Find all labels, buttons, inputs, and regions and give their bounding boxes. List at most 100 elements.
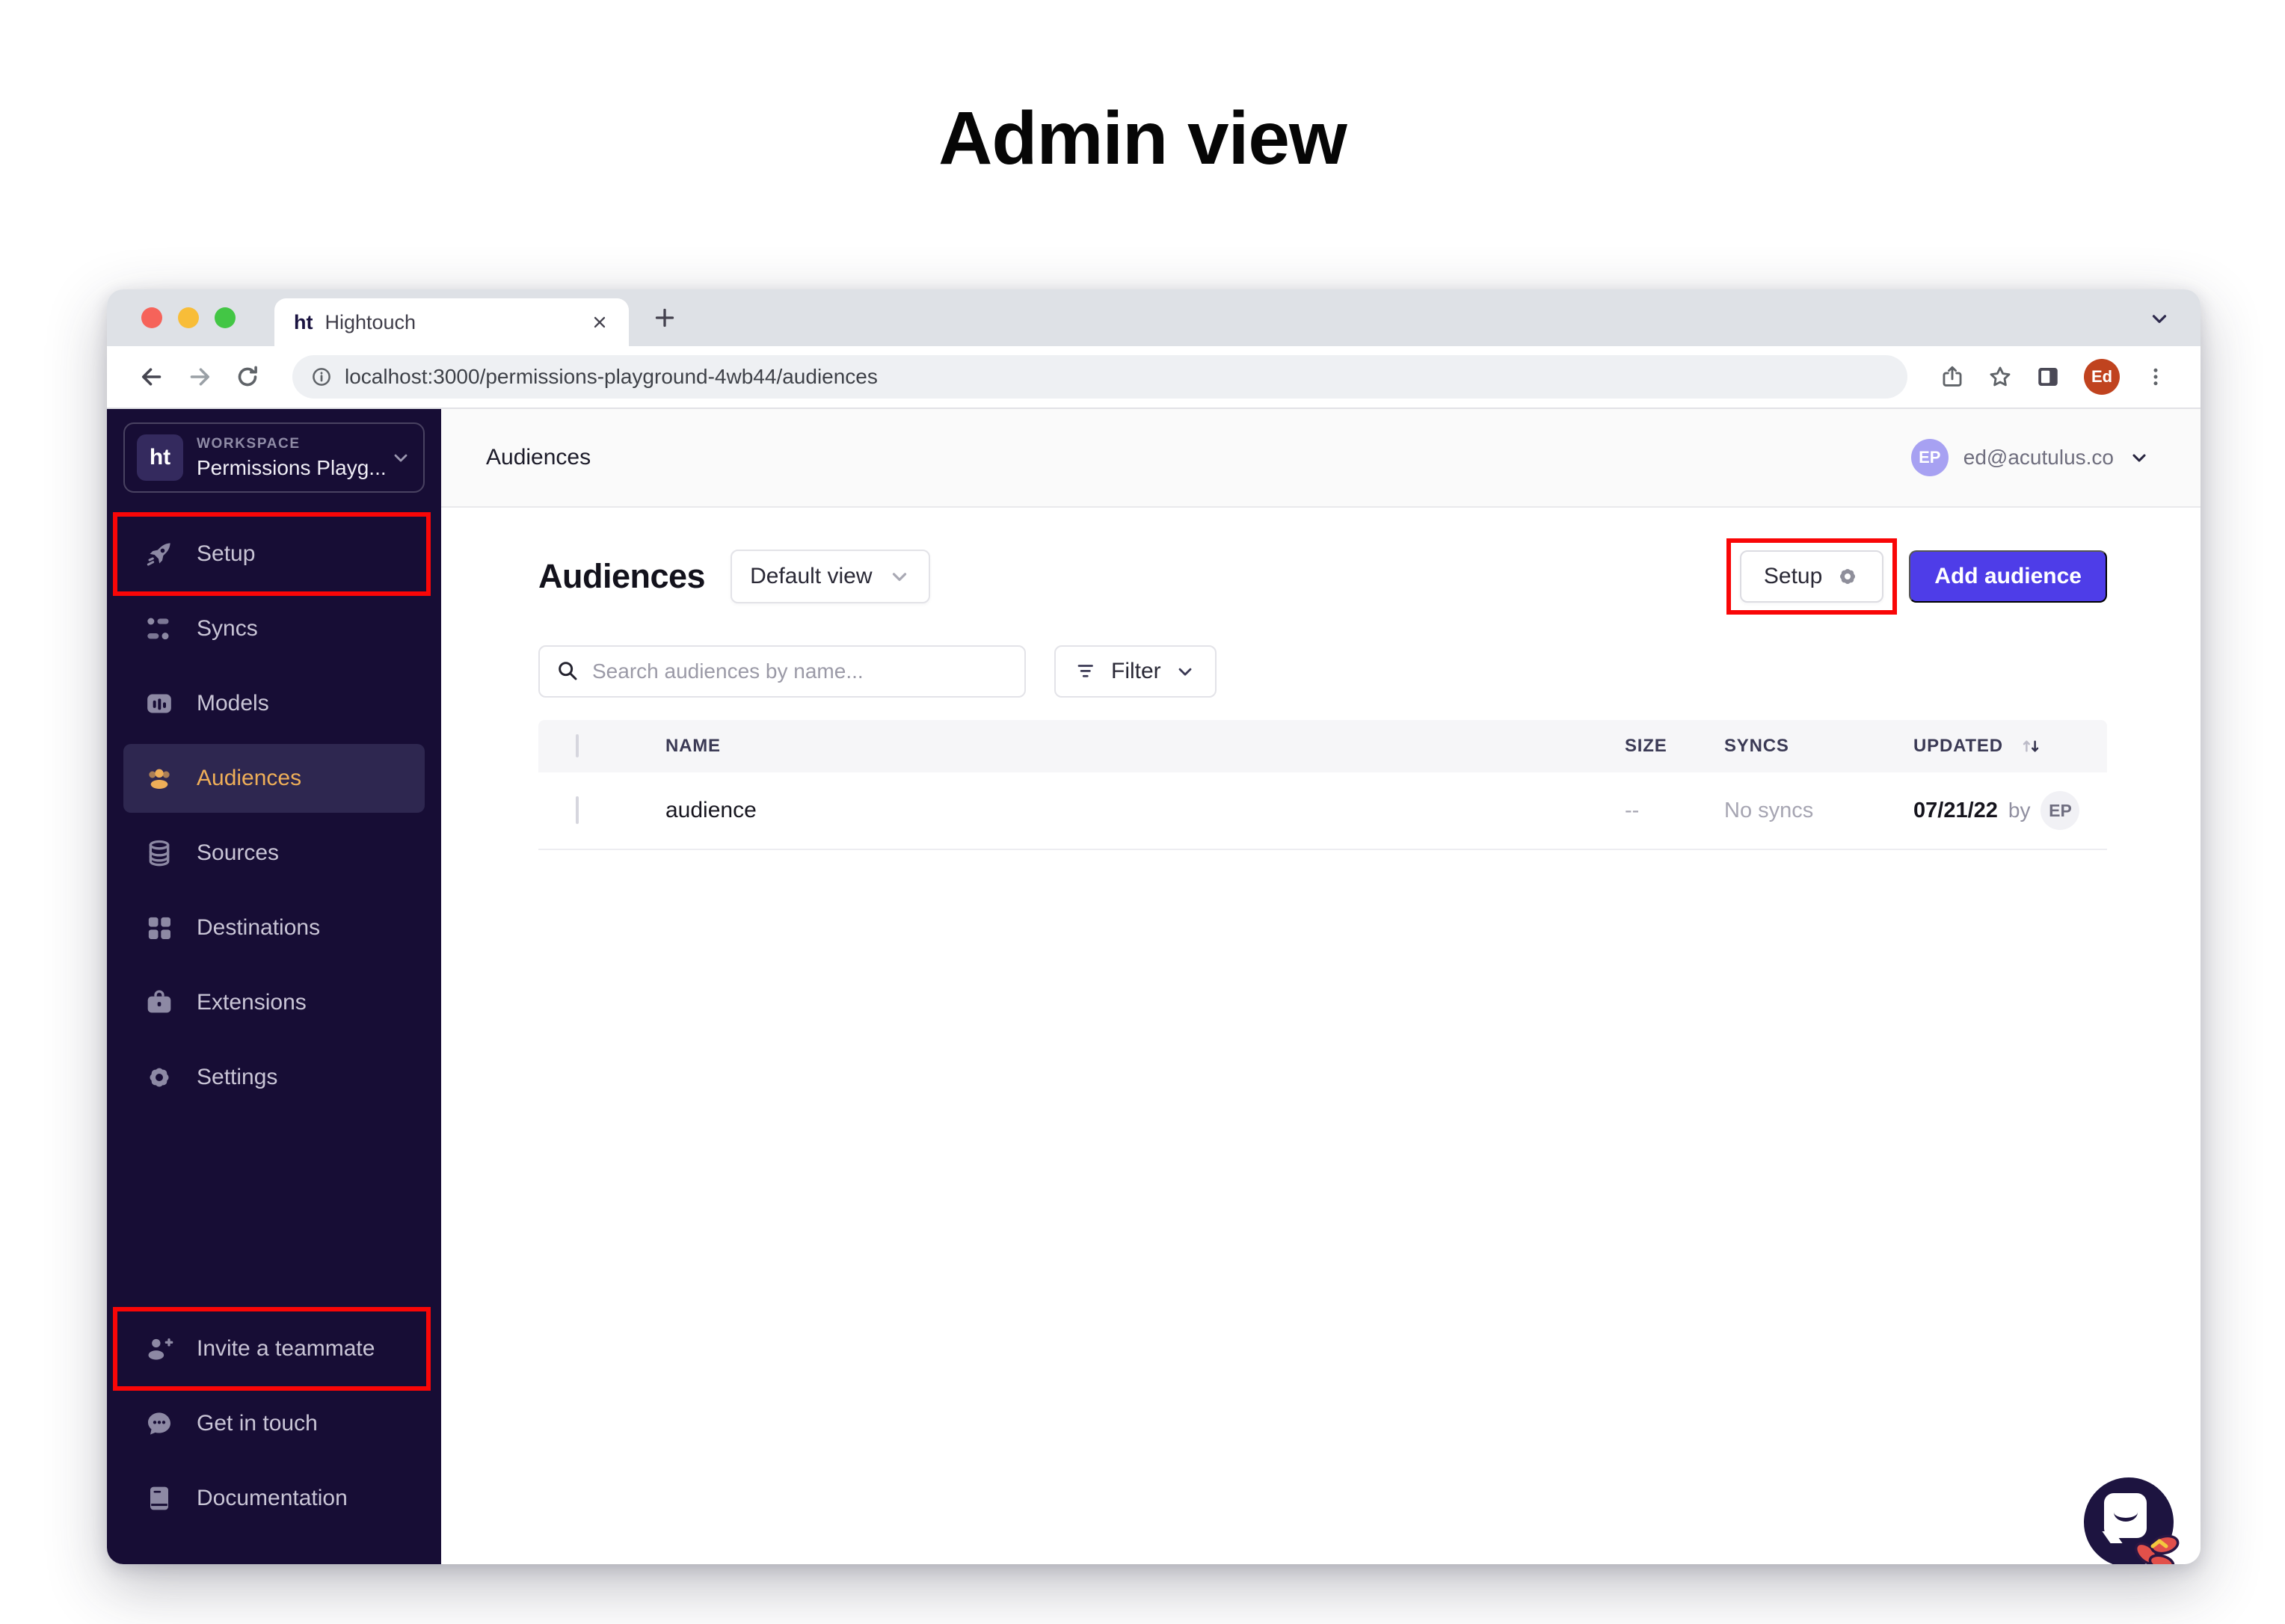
table-row[interactable]: audience -- No syncs 07/21/22 by EP [538,772,2107,850]
tab-close-icon[interactable] [590,313,609,332]
minimize-window-button[interactable] [178,307,199,328]
chat-icon [143,1407,176,1440]
audience-name[interactable]: audience [665,798,1625,823]
sidebar-item-documentation[interactable]: Documentation [123,1464,425,1533]
workspace-name: Permissions Playg... [197,456,377,480]
rocket-icon [143,538,176,570]
chevron-down-icon [390,447,411,468]
book-icon [143,1482,176,1515]
close-window-button[interactable] [141,307,162,328]
sidebar-item-setup[interactable]: Setup [123,520,425,588]
site-info-icon[interactable] [310,366,333,388]
workspace-logo: ht [137,434,183,481]
table-header-row: NAME SIZE SYNCS UPDATED [538,720,2107,772]
sidebar-item-destinations[interactable]: Destinations [123,893,425,962]
browser-profile-avatar[interactable]: Ed [2084,359,2120,395]
sidebar-item-syncs[interactable]: Syncs [123,594,425,663]
bookmark-star-icon[interactable] [1981,357,2020,396]
chat-launcher[interactable] [2084,1477,2174,1564]
share-icon[interactable] [1933,357,1972,396]
column-header-size[interactable]: SIZE [1625,736,1724,757]
audiences-table: NAME SIZE SYNCS UPDATED audience -- No s… [538,720,2107,850]
gear-icon [1836,565,1860,588]
workspace-label: WORKSPACE [197,436,377,452]
chevron-down-icon [888,565,911,588]
zoom-window-button[interactable] [215,307,236,328]
setup-button[interactable]: Setup [1740,550,1883,603]
sidebar-item-extensions[interactable]: Extensions [123,968,425,1037]
sidebar-item-sources[interactable]: Sources [123,819,425,888]
sidebar-item-audiences[interactable]: Audiences [123,744,425,813]
column-header-syncs[interactable]: SYNCS [1724,736,1913,757]
select-all-checkbox[interactable] [576,734,579,757]
audience-syncs: No syncs [1724,799,1913,823]
sidebar-item-label: Destinations [197,915,320,941]
workspace-selector[interactable]: ht WORKSPACE Permissions Playg... [123,422,425,493]
sidebar: ht WORKSPACE Permissions Playg... Setup [107,409,441,1564]
avatar: EP [1911,439,1949,476]
tabstrip-chevron-icon[interactable] [2148,307,2171,330]
view-selector-label: Default view [750,564,872,589]
sidebar-item-label: Get in touch [197,1411,318,1436]
add-audience-label: Add audience [1934,564,2082,589]
hightouch-favicon: ht [294,311,313,334]
page-title: Admin view [0,96,2285,182]
sidebar-item-get-in-touch[interactable]: Get in touch [123,1389,425,1458]
user-email: ed@acutulus.co [1963,446,2114,470]
sidebar-item-label: Extensions [197,990,307,1015]
tab-title: Hightouch [325,311,578,334]
tab-strip: ht Hightouch [107,289,2201,346]
audiences-icon [143,762,176,795]
filter-icon [1075,660,1098,683]
sidebar-item-label: Syncs [197,616,258,642]
updated-date: 07/21/22 [1913,799,1998,823]
sidebar-item-label: Audiences [197,766,301,791]
sidebar-item-settings[interactable]: Settings [123,1043,425,1112]
back-icon[interactable] [132,357,171,396]
side-panel-icon[interactable] [2029,357,2067,396]
updated-by-word: by [2008,799,2031,822]
user-menu[interactable]: EP ed@acutulus.co [1911,439,2150,476]
breadcrumb: Audiences [486,445,591,470]
updated-by-avatar: EP [2040,791,2079,830]
sidebar-item-label: Setup [197,541,255,567]
search-box [538,645,1026,698]
sidebar-item-label: Documentation [197,1486,348,1511]
page-heading: Audiences [538,557,705,596]
new-tab-button[interactable] [651,304,678,331]
sidebar-item-invite-teammate[interactable]: Invite a teammate [123,1314,425,1383]
add-audience-button[interactable]: Add audience [1909,550,2107,603]
chevron-down-icon [2129,447,2150,468]
setup-button-label: Setup [1764,564,1822,589]
syncs-icon [143,612,176,645]
browser-menu-icon[interactable] [2136,357,2175,396]
models-icon [143,687,176,720]
url-text: localhost:3000/permissions-playground-4w… [345,365,878,389]
sidebar-spacer [107,1118,441,1314]
sidebar-item-label: Invite a teammate [197,1336,375,1362]
app-header: Audiences EP ed@acutulus.co [441,409,2201,508]
url-bar[interactable]: localhost:3000/permissions-playground-4w… [292,355,1907,399]
sidebar-item-label: Models [197,691,269,716]
sidebar-item-label: Sources [197,840,279,866]
chevron-down-icon [1175,661,1196,682]
briefcase-icon [143,986,176,1019]
window-controls [107,307,236,328]
sort-icon[interactable] [2020,735,2042,757]
forward-icon[interactable] [180,357,219,396]
filter-label: Filter [1111,659,1161,684]
person-plus-icon [143,1332,176,1365]
search-icon [556,659,580,683]
view-selector-dropdown[interactable]: Default view [731,550,930,603]
browser-tab[interactable]: ht Hightouch [274,298,629,346]
sidebar-item-models[interactable]: Models [123,669,425,738]
browser-toolbar: localhost:3000/permissions-playground-4w… [107,346,2201,409]
column-header-name[interactable]: NAME [665,736,1625,757]
row-checkbox[interactable] [576,796,579,824]
reload-icon[interactable] [228,357,267,396]
audience-size: -- [1625,799,1724,823]
column-header-updated[interactable]: UPDATED [1913,736,2003,757]
search-input[interactable] [592,659,1008,683]
browser-window: ht Hightouch localhost:3000/permissio [107,289,2201,1564]
filter-button[interactable]: Filter [1054,645,1217,698]
